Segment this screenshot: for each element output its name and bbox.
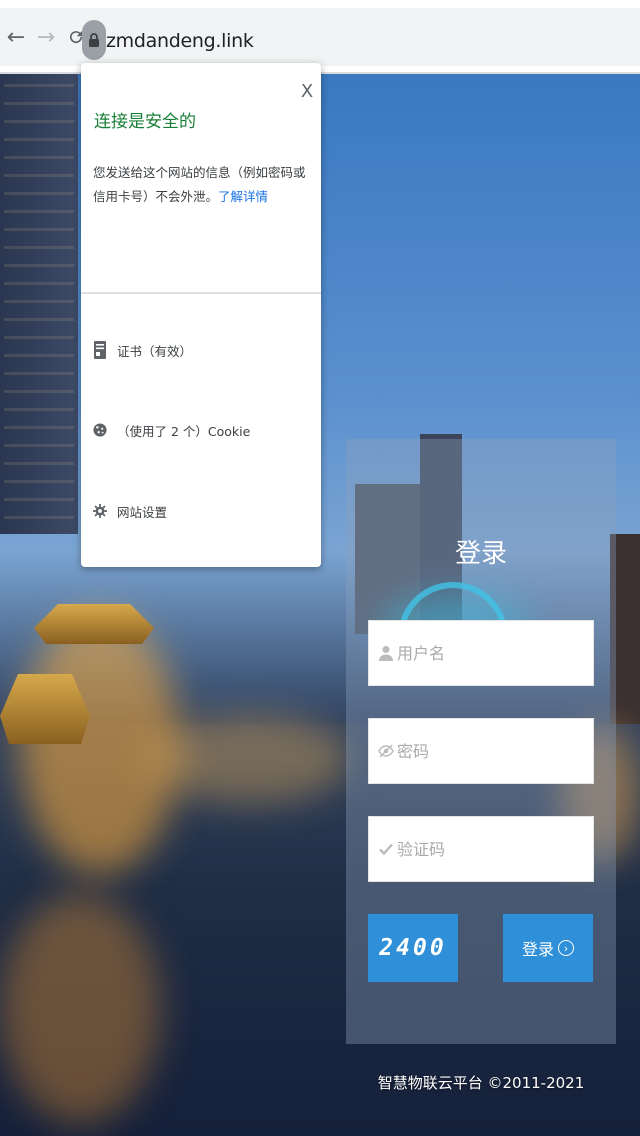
check-svg <box>379 843 393 855</box>
certificate-svg <box>94 341 106 359</box>
user-icon <box>377 645 395 661</box>
cookie-svg <box>93 423 107 437</box>
certificate-row[interactable]: 证书（有效） <box>93 339 192 361</box>
cookie-row[interactable]: （使用了 2 个）Cookie <box>93 419 250 441</box>
background-pavilion <box>0 674 90 744</box>
popup-description: 您发送给这个网站的信息（例如密码或信用卡号）不会外泄。了解详情 <box>93 161 315 209</box>
arrow-right-circle-icon: › <box>558 940 574 956</box>
login-button[interactable]: 登录 › <box>503 914 593 982</box>
gear-svg <box>93 504 107 518</box>
username-input[interactable] <box>397 643 587 663</box>
certificate-label: 证书（有效） <box>117 343 193 359</box>
site-settings-label: 网站设置 <box>117 504 168 520</box>
captcha-image[interactable]: 2400 <box>368 914 458 982</box>
lock-svg <box>89 33 99 47</box>
user-svg <box>379 646 393 661</box>
footer-copyright: 智慧物联云平台 ©2011-2021 <box>377 1074 585 1092</box>
captcha-input[interactable] <box>397 839 587 859</box>
lock-icon[interactable] <box>82 20 106 60</box>
popup-description-text: 您发送给这个网站的信息（例如密码或信用卡号）不会外泄。 <box>93 165 306 204</box>
login-panel: 登录 2400 登录 › <box>346 439 616 1044</box>
captcha-image-text: 2400 <box>379 935 447 961</box>
learn-more-link[interactable]: 了解详情 <box>218 189 268 204</box>
eye-slash-svg <box>378 744 394 758</box>
cookie-label: （使用了 2 个）Cookie <box>117 423 251 439</box>
username-field[interactable] <box>368 620 594 686</box>
gear-icon <box>93 500 107 522</box>
background-light-glow <box>150 714 350 804</box>
password-input[interactable] <box>397 741 587 761</box>
tower-window-lights <box>4 84 74 524</box>
back-arrow-icon[interactable]: ← <box>4 25 28 50</box>
popup-divider <box>81 292 321 294</box>
login-button-label: 登录 <box>521 940 554 959</box>
site-security-popup: X 连接是安全的 您发送给这个网站的信息（例如密码或信用卡号）不会外泄。了解详情… <box>81 63 321 567</box>
site-settings-row[interactable]: 网站设置 <box>93 500 167 522</box>
background-light-glow <box>0 894 160 1124</box>
background-tower <box>0 74 78 534</box>
password-field[interactable] <box>368 718 594 784</box>
captcha-field[interactable] <box>368 816 594 882</box>
check-icon <box>377 843 395 855</box>
background-pavilion <box>34 604 154 644</box>
certificate-icon <box>93 339 107 361</box>
eye-slash-icon <box>377 744 395 758</box>
login-title: 登录 <box>454 539 507 569</box>
forward-arrow-icon[interactable]: → <box>34 25 58 50</box>
omnibox-row: ← → zmdandeng.link <box>0 8 640 66</box>
popup-title: 连接是安全的 <box>94 112 196 132</box>
url-text[interactable]: zmdandeng.link <box>106 30 254 52</box>
close-icon[interactable]: X <box>299 81 315 103</box>
cookie-icon <box>93 419 107 441</box>
